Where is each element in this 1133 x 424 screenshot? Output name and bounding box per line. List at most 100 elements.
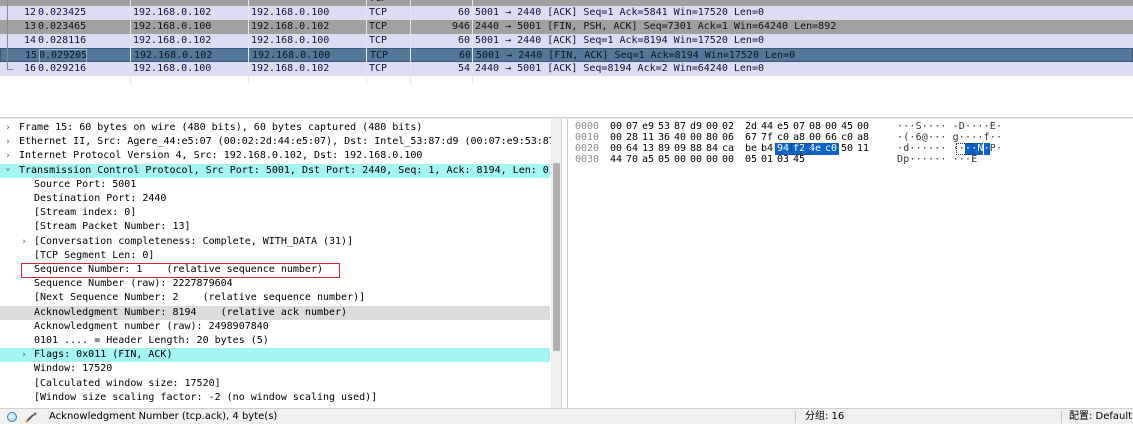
detail-row[interactable]: [TCP Segment Len: 0] [0, 249, 550, 263]
hex-byte[interactable]: 05 [656, 154, 672, 166]
packet-destination: 192.168.0.102 [251, 63, 330, 74]
chevron-right-icon[interactable]: › [3, 121, 13, 135]
detail-row[interactable]: [Calculated window size: 17520] [0, 377, 550, 391]
ascii-char[interactable]: E [971, 154, 977, 166]
hex-cursor [791, 143, 811, 155]
ascii-char[interactable]: · [916, 154, 922, 166]
column-divider [248, 0, 249, 84]
detail-text: Source Port: 5001 [34, 178, 137, 190]
detail-text: Window: 17520 [34, 363, 113, 375]
status-profile[interactable]: 配置: Default [1069, 409, 1132, 424]
packet-length: 946 [451, 21, 470, 32]
detail-text: [Window size scaling factor: -2 (no wind… [34, 391, 378, 403]
packet-details-pane[interactable]: › Frame 15: 60 bytes on wire (480 bits), … [0, 119, 562, 408]
ascii-char[interactable]: D [897, 154, 903, 166]
detail-row[interactable]: › Flags: 0x011 (FIN, ACK) [0, 348, 550, 363]
hex-byte[interactable]: a5 [640, 154, 656, 166]
chevron-right-icon[interactable]: › [19, 235, 29, 249]
detail-row[interactable]: [Window size scaling factor: -2 (no wind… [0, 391, 550, 405]
packet-length: 60 [457, 7, 470, 18]
ascii-char[interactable]: · [965, 154, 971, 166]
details-scrollbar-thumb[interactable] [553, 163, 560, 351]
packet-destination: 192.168.0.100 [251, 7, 330, 18]
detail-row[interactable]: › Ethernet II, Src: Agere_44:e5:07 (00:02… [0, 135, 561, 149]
detail-row[interactable]: [Stream index: 0] [0, 206, 550, 220]
packet-protocol: TCP [369, 21, 388, 32]
detail-text: 0101 .... = Header Length: 20 bytes (5) [34, 335, 269, 346]
packet-destination: 192.168.0.102 [251, 21, 330, 32]
hex-byte[interactable]: 00 [688, 154, 704, 166]
detail-row[interactable]: › [Conversation completeness: Complete, W… [0, 235, 550, 249]
hex-byte[interactable]: 45 [791, 154, 807, 166]
detail-row[interactable]: › Frame 15: 60 bytes on wire (480 bits), … [0, 121, 550, 135]
ascii-char[interactable]: · [953, 154, 959, 166]
expert-info-icon[interactable] [25, 410, 39, 423]
related-packet-line [7, 0, 8, 70]
hex-byte[interactable]: 70 [624, 154, 640, 166]
hex-byte[interactable]: 00 [704, 154, 720, 166]
chevron-right-icon[interactable]: › [3, 135, 13, 149]
packet-row-selected[interactable]: 15 0.029205 192.168.0.102 192.168.0.100 TCP 6… [0, 48, 1133, 63]
detail-row[interactable]: Acknowledgment number (raw): 2498907840 [0, 320, 550, 334]
ascii-char[interactable]: p [903, 154, 909, 166]
detail-text: [Conversation completeness: Complete, WI… [34, 235, 354, 247]
packet-number: 12 [23, 7, 36, 18]
packet-row[interactable]: 16 0.029216 192.168.0.100 192.168.0.102 TCP 5… [0, 62, 1133, 76]
detail-row[interactable]: ⌄ Transmission Control Protocol, Src Port… [0, 161, 550, 178]
packet-protocol: TCP [370, 50, 389, 61]
detail-row[interactable]: Window: 17520 [0, 362, 550, 376]
packet-row[interactable]: 12 0.023425 192.168.0.102 192.168.0.100 TCP 6… [0, 6, 1133, 20]
packet-info: 2440 → 5001 [FIN, PSH, ACK] Seq=7301 Ack… [475, 21, 837, 32]
hex-row[interactable]: 0030 44 70 a5 05 00 00 00 00 05 01 03 45 Dp · · · · · · · · · E [568, 154, 1133, 166]
detail-row[interactable]: Sequence Number (raw): 2227879604 [0, 277, 550, 291]
hex-byte[interactable]: 03 [775, 154, 791, 166]
hex-byte[interactable]: 44 [608, 154, 624, 166]
ascii-char[interactable]: · [934, 154, 940, 166]
hex-byte[interactable]: 05 [743, 154, 759, 166]
packet-row[interactable]: 14 0.028116 192.168.0.102 192.168.0.100 TCP 6… [0, 34, 1133, 48]
packet-time: 0.029205 [39, 49, 88, 63]
detail-text: [Stream Packet Number: 13] [34, 221, 191, 233]
ascii-char[interactable]: · [940, 154, 946, 166]
status-separator [795, 411, 796, 423]
packet-number: 14 [23, 35, 36, 46]
detail-row[interactable]: Source Port: 5001 [0, 178, 550, 192]
detail-text: Sequence Number (raw): 2227879604 [34, 278, 233, 290]
hex-byte[interactable]: 00 [672, 154, 688, 166]
detail-row[interactable]: Acknowledgment Number: 8194 (relative ac… [0, 305, 550, 320]
detail-text: [Stream index: 0] [34, 207, 137, 219]
detail-row[interactable]: 0101 .... = Header Length: 20 bytes (5) [0, 334, 550, 348]
packet-destination: 192.168.0.100 [252, 50, 331, 61]
ascii-char[interactable]: · [922, 154, 928, 166]
ascii-char[interactable]: · [909, 154, 915, 166]
detail-row[interactable]: [Stream Packet Number: 13] [0, 220, 550, 234]
hex-byte[interactable]: 01 [759, 154, 775, 166]
packet-length: 54 [457, 63, 470, 74]
packet-source: 192.168.0.102 [134, 50, 213, 61]
packet-number: 13 [23, 21, 36, 32]
column-divider [366, 0, 367, 84]
detail-text: Acknowledgment Number: 8194 (relative ac… [34, 306, 348, 318]
detail-row[interactable]: Destination Port: 2440 [0, 192, 550, 206]
chevron-right-icon[interactable]: › [19, 348, 29, 362]
ascii-char[interactable]: · [959, 154, 965, 166]
detail-text: Ethernet II, Src: Agere_44:e5:07 (00:02:… [19, 136, 562, 148]
packet-bytes-pane[interactable]: 0000 00 07 e9 53 87 d9 00 02 2d 44 e5 07 08 00 45 00 · · · S… [567, 119, 1133, 408]
detail-text: Transmission Control Protocol, Src Port:… [19, 164, 549, 176]
details-scrollbar[interactable] [551, 119, 561, 408]
ascii-cursor [956, 143, 973, 155]
detail-row[interactable]: › Internet Protocol Version 4, Src: 192.1… [0, 149, 550, 163]
ready-status-icon[interactable] [7, 412, 17, 422]
hex-byte[interactable]: 00 [720, 154, 736, 166]
packet-protocol: TCP [369, 63, 388, 74]
packet-info: 5001 → 2440 [FIN, ACK] Seq=1 Ack=8194 Wi… [476, 50, 796, 61]
status-separator [1061, 411, 1062, 423]
chevron-down-icon[interactable]: ⌄ [3, 161, 13, 175]
packet-list[interactable]: TCP 120.023425 192.168.0.102 192.168.0.100 T… [0, 0, 1133, 117]
packet-source: 192.168.0.100 [133, 21, 212, 32]
packet-info: 5001 → 2440 [ACK] Seq=1 Ack=5841 Win=175… [475, 7, 764, 18]
detail-row[interactable]: [Next Sequence Number: 2 (relative seque… [0, 291, 550, 305]
detail-text: [Calculated window size: 17520] [34, 377, 221, 389]
ascii-char[interactable]: · [928, 154, 934, 166]
packet-row[interactable]: 13 0.023465 192.168.0.100 192.168.0.102 TCP 9… [0, 20, 1133, 34]
